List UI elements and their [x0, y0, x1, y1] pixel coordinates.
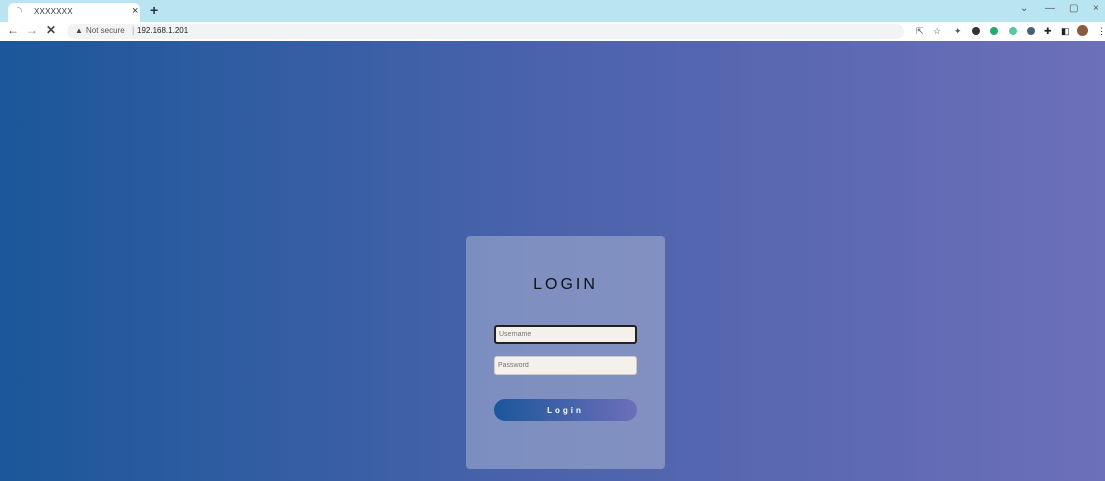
- tab-title: XXXXXXX: [34, 7, 73, 16]
- maximize-button[interactable]: ▢: [1069, 3, 1078, 14]
- extension-icon[interactable]: [1027, 27, 1035, 35]
- address-bar[interactable]: ▲ Not secure | 192.168.1.201: [67, 24, 904, 39]
- avatar[interactable]: [1077, 25, 1088, 36]
- extension-icon[interactable]: ✦: [954, 26, 962, 37]
- new-tab-button[interactable]: +: [150, 2, 158, 18]
- login-title: LOGIN: [533, 276, 598, 293]
- login-button[interactable]: Login: [494, 399, 637, 421]
- back-button[interactable]: ←: [7, 23, 19, 37]
- password-input[interactable]: [494, 356, 637, 375]
- login-page: LOGIN Login: [0, 41, 1105, 481]
- tab-search-icon[interactable]: ⌄: [1020, 3, 1028, 14]
- puzzle-icon[interactable]: ✚: [1044, 26, 1052, 37]
- username-input[interactable]: [494, 325, 637, 344]
- menu-icon[interactable]: ⋮: [1097, 26, 1105, 37]
- browser-tab[interactable]: XXXXXXX ×: [8, 3, 140, 22]
- star-icon[interactable]: ☆: [933, 26, 941, 37]
- warning-icon: ▲: [75, 26, 83, 35]
- stop-button[interactable]: ✕: [46, 23, 56, 37]
- extension-icon[interactable]: [972, 27, 980, 35]
- close-window-button[interactable]: ×: [1093, 3, 1099, 14]
- extension-icon[interactable]: [990, 27, 998, 35]
- extension-icon[interactable]: [1009, 27, 1017, 35]
- minimize-button[interactable]: —: [1045, 3, 1055, 14]
- forward-button[interactable]: →: [26, 23, 38, 37]
- share-icon[interactable]: ⇱: [916, 26, 924, 37]
- login-card: LOGIN Login: [466, 236, 665, 469]
- loading-spinner-icon: [17, 7, 22, 12]
- security-label[interactable]: Not secure: [86, 26, 125, 35]
- separator: |: [132, 25, 135, 35]
- browser-toolbar: ← → ✕ ▲ Not secure | 192.168.1.201 ⇱ ☆ ✦…: [0, 22, 1105, 42]
- tab-close-icon[interactable]: ×: [132, 5, 138, 17]
- tab-strip: XXXXXXX × + ⌄ — ▢ ×: [0, 0, 1105, 22]
- url-text[interactable]: 192.168.1.201: [137, 26, 188, 35]
- sidepanel-icon[interactable]: ◧: [1061, 26, 1070, 37]
